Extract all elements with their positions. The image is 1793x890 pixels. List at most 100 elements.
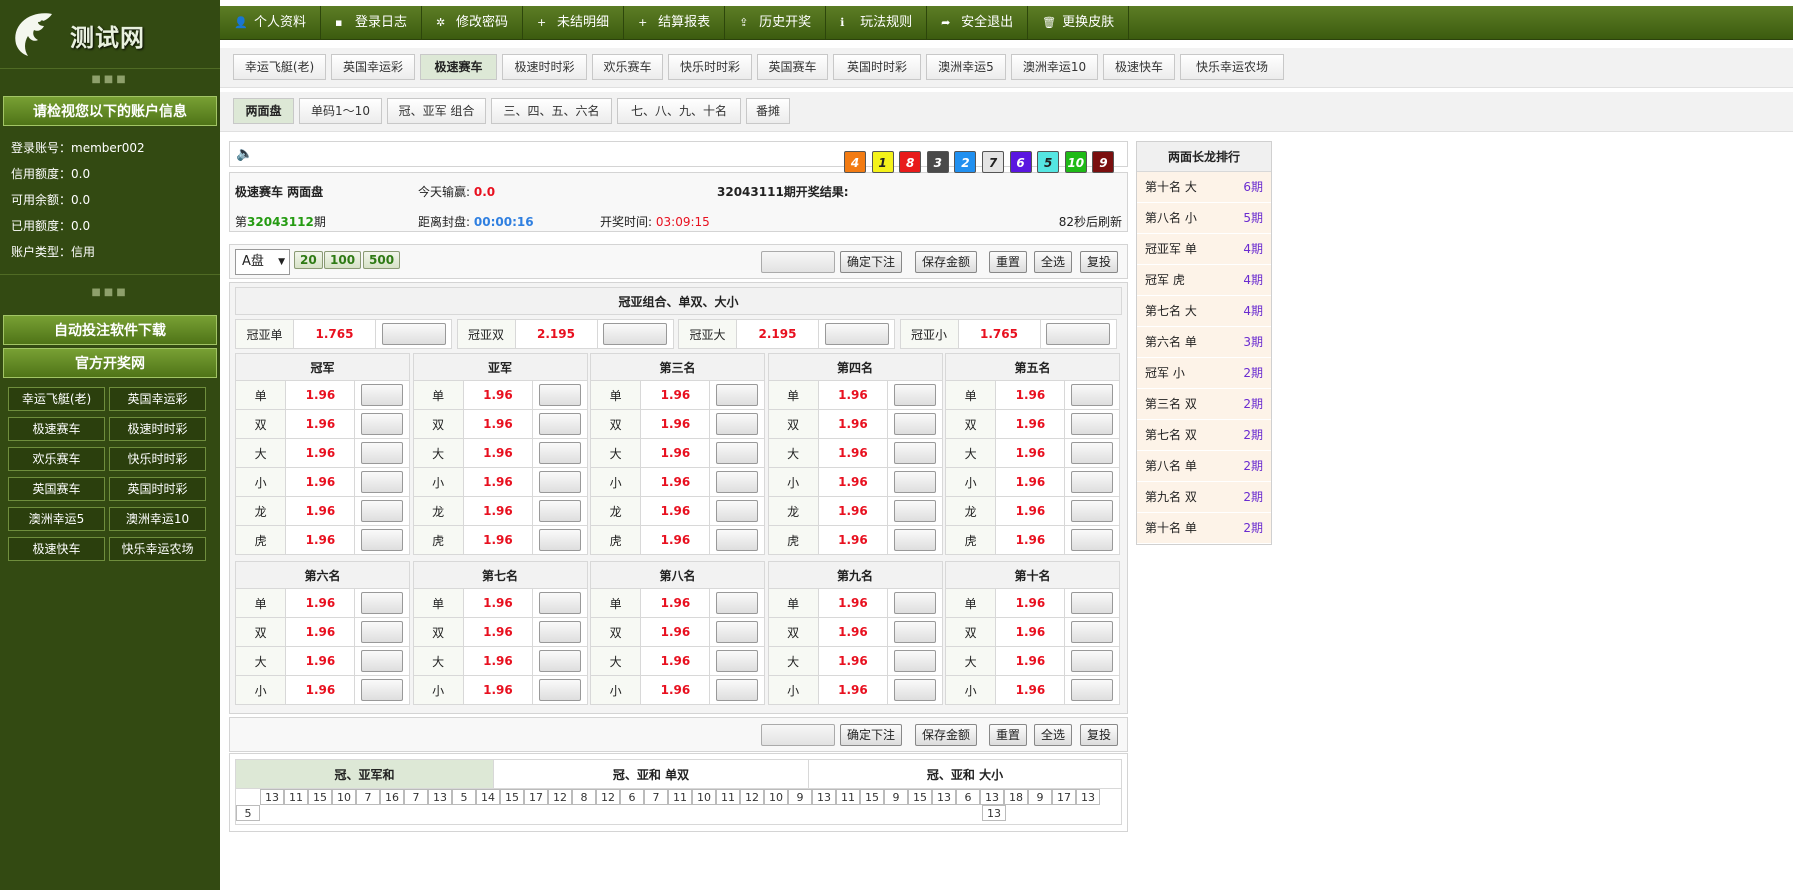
- bet-amount-input[interactable]: [538, 500, 581, 522]
- sub-tab[interactable]: 两面盘: [233, 98, 294, 124]
- bet-amount-input[interactable]: [893, 621, 936, 643]
- nav-item-8[interactable]: 🗑 更换皮肤: [1028, 6, 1130, 39]
- game-tab[interactable]: 英国赛车: [757, 54, 828, 80]
- bet-amount-input[interactable]: [361, 471, 404, 493]
- sub-tab[interactable]: 单码1～10: [299, 98, 382, 124]
- sub-tab[interactable]: 七、八、九、十名: [617, 98, 741, 124]
- reset-button-bottom[interactable]: 重置: [989, 724, 1028, 746]
- combo-bet-input[interactable]: [1046, 323, 1110, 345]
- sidebar-game-link[interactable]: 快乐幸运农场: [109, 537, 206, 561]
- bet-amount-input[interactable]: [1071, 679, 1114, 701]
- bet-amount-input[interactable]: [1071, 384, 1114, 406]
- sidebar-game-link[interactable]: 澳洲幸运5: [8, 507, 105, 531]
- sidebar-game-link[interactable]: 极速赛车: [8, 417, 105, 441]
- select-all-button-bottom[interactable]: 全选: [1034, 724, 1073, 746]
- sub-tab[interactable]: 三、四、五、六名: [491, 98, 612, 124]
- game-tab[interactable]: 极速时时彩: [502, 54, 587, 80]
- select-all-button[interactable]: 全选: [1034, 251, 1073, 273]
- bet-amount-input[interactable]: [538, 384, 581, 406]
- bet-amount-input[interactable]: [361, 384, 404, 406]
- bet-amount-input[interactable]: [716, 650, 759, 672]
- stats-tab-sum[interactable]: 冠、亚军和: [235, 759, 494, 789]
- bet-amount-input[interactable]: [361, 442, 404, 464]
- game-tab[interactable]: 极速快车: [1103, 54, 1175, 80]
- nav-item-3[interactable]: + 未结明细: [523, 6, 625, 39]
- bet-amount-input[interactable]: [716, 621, 759, 643]
- game-tab[interactable]: 澳洲幸运10: [1011, 54, 1098, 80]
- nav-item-6[interactable]: ℹ 玩法规则: [826, 6, 928, 39]
- quick-amount-20[interactable]: 20: [294, 251, 323, 269]
- game-tab[interactable]: 澳洲幸运5: [926, 54, 1006, 80]
- confirm-bet-button[interactable]: 确定下注: [840, 251, 903, 273]
- bet-amount-input[interactable]: [361, 500, 404, 522]
- bet-amount-input-bottom[interactable]: [761, 724, 835, 746]
- bet-amount-input[interactable]: [538, 442, 581, 464]
- pan-select[interactable]: A盘 ▼: [235, 249, 290, 275]
- confirm-bet-button-bottom[interactable]: 确定下注: [840, 724, 903, 746]
- sidebar-game-link[interactable]: 快乐时时彩: [109, 447, 206, 471]
- official-draw-link[interactable]: 官方开奖网: [3, 348, 217, 378]
- nav-item-2[interactable]: ✲ 修改密码: [422, 6, 524, 39]
- bet-amount-input[interactable]: [361, 592, 404, 614]
- sidebar-game-link[interactable]: 极速时时彩: [109, 417, 206, 441]
- bet-amount-input[interactable]: [893, 413, 936, 435]
- game-tab[interactable]: 欢乐赛车: [592, 54, 663, 80]
- bet-amount-input[interactable]: [1071, 592, 1114, 614]
- bet-amount-input[interactable]: [893, 471, 936, 493]
- bet-amount-input[interactable]: [1071, 650, 1114, 672]
- save-amount-button-bottom[interactable]: 保存金额: [915, 724, 978, 746]
- bet-amount-input[interactable]: [893, 384, 936, 406]
- game-tab[interactable]: 英国幸运彩: [331, 54, 415, 80]
- bet-amount-input[interactable]: [893, 592, 936, 614]
- sidebar-game-link[interactable]: 澳洲幸运10: [109, 507, 206, 531]
- bet-amount-input[interactable]: [716, 413, 759, 435]
- bet-amount-input[interactable]: [361, 650, 404, 672]
- software-download-link[interactable]: 自动投注软件下载: [3, 315, 217, 345]
- game-tab[interactable]: 英国时时彩: [833, 54, 921, 80]
- bet-amount-input[interactable]: [361, 679, 404, 701]
- site-logo[interactable]: 测试网: [12, 8, 212, 62]
- bet-amount-input[interactable]: [716, 384, 759, 406]
- game-tab[interactable]: 快乐时时彩: [668, 54, 752, 80]
- reset-button[interactable]: 重置: [989, 251, 1028, 273]
- sidebar-game-link[interactable]: 英国幸运彩: [109, 387, 206, 411]
- quick-amount-100[interactable]: 100: [324, 251, 362, 269]
- bet-amount-input[interactable]: [1071, 500, 1114, 522]
- bet-amount-input[interactable]: [538, 592, 581, 614]
- game-tab[interactable]: 极速赛车: [420, 54, 497, 80]
- bet-amount-input[interactable]: [716, 592, 759, 614]
- bet-amount-input[interactable]: [1071, 529, 1114, 551]
- save-amount-button[interactable]: 保存金额: [915, 251, 978, 273]
- bet-amount-input[interactable]: [1071, 413, 1114, 435]
- bet-amount-input[interactable]: [893, 500, 936, 522]
- combo-bet-input[interactable]: [381, 323, 446, 345]
- combo-bet-input[interactable]: [603, 323, 667, 345]
- bet-amount-input[interactable]: [716, 529, 759, 551]
- bet-amount-input[interactable]: [538, 471, 581, 493]
- bet-amount-input[interactable]: [716, 500, 759, 522]
- bet-amount-input[interactable]: [1071, 471, 1114, 493]
- nav-item-0[interactable]: 👤 个人资料: [220, 6, 322, 39]
- bet-amount-input[interactable]: [361, 413, 404, 435]
- game-tab[interactable]: 快乐幸运农场: [1180, 54, 1284, 80]
- bet-amount-input[interactable]: [1071, 442, 1114, 464]
- nav-item-7[interactable]: ➦ 安全退出: [927, 6, 1029, 39]
- bet-amount-input[interactable]: [538, 650, 581, 672]
- combo-bet-input[interactable]: [824, 323, 889, 345]
- bet-amount-input[interactable]: [893, 529, 936, 551]
- nav-item-1[interactable]: ▪ 登录日志: [321, 6, 423, 39]
- nav-item-5[interactable]: ⇪ 历史开奖: [725, 6, 827, 39]
- bet-amount-input[interactable]: [361, 529, 404, 551]
- bet-amount-input[interactable]: [538, 621, 581, 643]
- stats-tab-odd-even[interactable]: 冠、亚和 单双: [493, 759, 809, 789]
- bet-amount-input[interactable]: [716, 471, 759, 493]
- bet-amount-input[interactable]: [761, 251, 835, 273]
- bet-amount-input[interactable]: [893, 679, 936, 701]
- refresh-countdown[interactable]: 82秒后刷新: [1059, 213, 1122, 230]
- bet-amount-input[interactable]: [538, 679, 581, 701]
- sidebar-game-link[interactable]: 极速快车: [8, 537, 105, 561]
- repeat-bet-button[interactable]: 复投: [1080, 251, 1119, 273]
- repeat-bet-button-bottom[interactable]: 复投: [1080, 724, 1119, 746]
- sub-tab[interactable]: 番摊: [746, 98, 790, 124]
- sidebar-game-link[interactable]: 英国时时彩: [109, 477, 206, 501]
